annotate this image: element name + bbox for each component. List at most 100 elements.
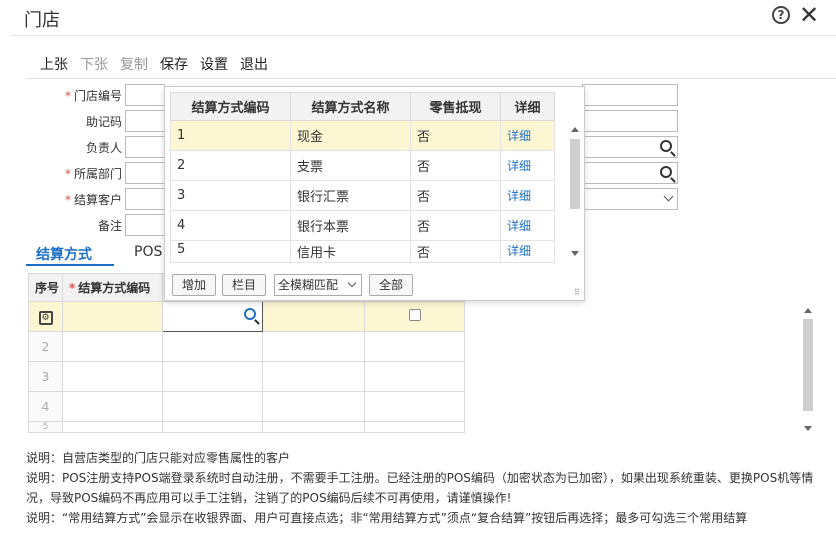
scroll-up-icon[interactable] xyxy=(804,308,812,313)
notes-section: 说明：自营店类型的门店只能对应零售属性的客户 说明：POS注册支持POS端登录系… xyxy=(26,448,816,528)
table-row: 3 xyxy=(28,361,465,392)
grid-cell[interactable] xyxy=(262,421,365,433)
tab-settlement-methods[interactable]: 结算方式 xyxy=(36,244,92,264)
scrollbar-thumb[interactable] xyxy=(570,139,580,209)
department-input[interactable] xyxy=(125,162,165,184)
detail-link[interactable]: 详细 xyxy=(507,159,531,173)
store-code-input[interactable] xyxy=(125,84,165,106)
lookup-name: 现金 xyxy=(290,120,411,151)
manager-lookup[interactable] xyxy=(582,136,678,158)
row-settings-cell[interactable]: ⚙ xyxy=(28,301,63,332)
lookup-row[interactable]: 5 信用卡 否 详细 xyxy=(170,240,555,263)
scroll-down-icon[interactable] xyxy=(571,251,579,256)
checkbox-cell xyxy=(364,301,465,332)
department-label: * 所属部门 xyxy=(64,167,122,181)
close-icon[interactable]: ✕ xyxy=(799,2,819,28)
column-header-index: 序号 xyxy=(28,273,63,302)
note-line: 说明：“常用结算方式”会显示在收银界面、用户可直接点选；非“常用结算方式”须点“… xyxy=(26,511,748,525)
grid-cell[interactable] xyxy=(62,331,163,362)
search-icon[interactable] xyxy=(660,140,672,152)
store-dialog: 门店 ? ✕ 上张 下张 复制 保存 设置 退出 * 门店编号 助记码 负责人 *… xyxy=(10,0,836,560)
settlement-customer-select[interactable] xyxy=(582,188,678,210)
grid-cell[interactable] xyxy=(364,421,465,433)
grid-cell[interactable] xyxy=(62,391,163,422)
table-row: ⚙ xyxy=(28,301,465,332)
toolbar-divider xyxy=(26,78,836,79)
grid-cell[interactable] xyxy=(162,331,263,362)
grid-cell[interactable] xyxy=(62,361,163,392)
tab-pos[interactable]: POS xyxy=(134,244,162,260)
detail-link[interactable]: 详细 xyxy=(507,244,531,258)
match-mode-value: 全模糊匹配 xyxy=(278,278,339,292)
scroll-up-icon[interactable] xyxy=(571,127,579,132)
lookup-code: 3 xyxy=(170,180,291,211)
settlement-customer-input[interactable] xyxy=(125,188,165,210)
remark-input[interactable] xyxy=(125,214,165,236)
code-cell[interactable] xyxy=(62,301,163,332)
lookup-code: 5 xyxy=(170,240,291,263)
lookup-row[interactable]: 4 银行本票 否 详细 xyxy=(170,210,555,241)
columns-button[interactable]: 栏目 xyxy=(222,274,266,296)
row-settings-icon[interactable]: ⚙ xyxy=(38,310,53,325)
settings-button[interactable]: 设置 xyxy=(200,54,228,74)
detail-link[interactable]: 详细 xyxy=(507,189,531,203)
mnemonic-input[interactable] xyxy=(125,110,165,132)
store-code-label: * 门店编号 xyxy=(64,89,122,103)
grid-cell[interactable] xyxy=(162,391,263,422)
store-code-input-end[interactable] xyxy=(582,84,678,106)
manager-input[interactable] xyxy=(125,136,165,158)
mnemonic-label: 助记码 xyxy=(85,115,122,129)
lookup-row[interactable]: 1 现金 否 详细 xyxy=(170,120,555,151)
lookup-edit-cell[interactable] xyxy=(162,301,263,332)
detail-link[interactable]: 详细 xyxy=(507,129,531,143)
note-line: 说明：自营店类型的门店只能对应零售属性的客户 xyxy=(26,451,291,465)
scroll-down-icon[interactable] xyxy=(804,426,812,431)
lookup-offset: 否 xyxy=(410,120,501,151)
common-method-checkbox[interactable] xyxy=(408,309,421,321)
resize-grip-icon[interactable]: ⠿ xyxy=(574,288,580,297)
grid-cell[interactable] xyxy=(262,361,365,392)
chevron-down-icon xyxy=(663,191,674,202)
column-header-code[interactable]: * 结算方式编码 xyxy=(62,273,163,302)
grid-cell[interactable] xyxy=(364,331,465,362)
row-number: 3 xyxy=(28,361,63,392)
lookup-name: 银行汇票 xyxy=(290,180,411,211)
scrollbar-thumb[interactable] xyxy=(803,319,813,411)
row-number: 4 xyxy=(28,391,63,422)
table-row: 4 xyxy=(28,391,465,422)
lookup-code: 2 xyxy=(170,150,291,181)
grid-cell[interactable] xyxy=(262,391,365,422)
lookup-row[interactable]: 2 支票 否 详细 xyxy=(170,150,555,181)
lookup-offset: 否 xyxy=(410,180,501,211)
show-all-button[interactable]: 全部 xyxy=(369,274,413,296)
grid-cell[interactable] xyxy=(262,331,365,362)
department-lookup[interactable] xyxy=(582,162,678,184)
lookup-header-detail: 详细 xyxy=(500,92,555,121)
search-icon[interactable] xyxy=(660,166,672,178)
grid-scrollbar[interactable] xyxy=(800,303,816,437)
grid-cell[interactable] xyxy=(364,391,465,422)
lookup-table: 结算方式编码 结算方式名称 零售抵现 详细 1 现金 否 详细 2 支票 否 详… xyxy=(170,92,555,263)
grid-cell[interactable] xyxy=(162,421,263,433)
grid-cell[interactable] xyxy=(364,361,465,392)
prev-button[interactable]: 上张 xyxy=(40,54,68,74)
detail-link[interactable]: 详细 xyxy=(507,219,531,233)
copy-button[interactable]: 复制 xyxy=(120,54,148,74)
exit-button[interactable]: 退出 xyxy=(240,54,268,74)
save-button[interactable]: 保存 xyxy=(160,54,188,74)
mnemonic-input-end[interactable] xyxy=(582,110,678,132)
match-mode-select[interactable]: 全模糊匹配 xyxy=(274,274,362,296)
grid-cell[interactable] xyxy=(162,361,263,392)
lookup-header-offset: 零售抵现 xyxy=(410,92,501,121)
note-line: 说明：POS注册支持POS端登录系统时自动注册，不需要手工注册。已经注册的POS… xyxy=(26,471,814,505)
lookup-row[interactable]: 3 银行汇票 否 详细 xyxy=(170,180,555,211)
next-button[interactable]: 下张 xyxy=(80,54,108,74)
lookup-scrollbar[interactable] xyxy=(568,123,582,263)
table-row: 2 xyxy=(28,331,465,362)
help-icon[interactable]: ? xyxy=(772,6,790,24)
grid-cell[interactable] xyxy=(62,421,163,433)
lookup-name: 银行本票 xyxy=(290,210,411,241)
add-button[interactable]: 增加 xyxy=(172,274,216,296)
search-icon[interactable] xyxy=(244,308,256,320)
grid-cell[interactable] xyxy=(262,301,365,332)
